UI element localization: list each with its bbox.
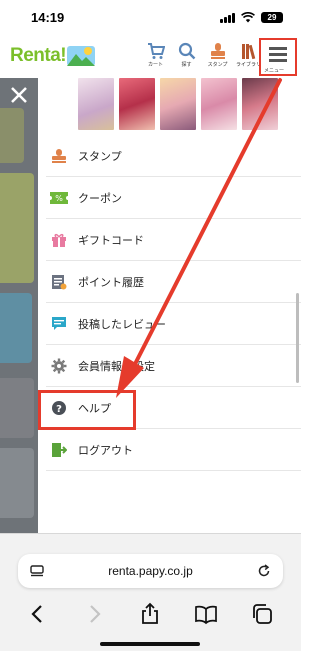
gift-icon bbox=[50, 231, 68, 249]
url-text: renta.papy.co.jp bbox=[108, 564, 193, 578]
menu-item-point-history[interactable]: ポイント履歴 bbox=[46, 261, 301, 303]
recent-comics-row bbox=[78, 78, 278, 130]
menu-item-my-reviews[interactable]: 投稿したレビュー bbox=[46, 303, 301, 345]
status-icons: 29 bbox=[220, 12, 283, 23]
address-bar[interactable]: renta.papy.co.jp bbox=[18, 554, 283, 588]
status-time: 14:19 bbox=[31, 10, 65, 25]
coupon-icon: % bbox=[50, 189, 68, 207]
nav-stamp[interactable]: スタンプ bbox=[202, 42, 233, 68]
bookmarks-icon[interactable] bbox=[194, 602, 218, 626]
comic-thumbnail[interactable] bbox=[242, 78, 278, 130]
share-icon[interactable] bbox=[138, 602, 162, 626]
browser-toolbar bbox=[0, 602, 301, 632]
forward-icon[interactable] bbox=[82, 602, 106, 626]
stamp-icon bbox=[210, 43, 225, 59]
cart-icon bbox=[147, 43, 165, 59]
tabs-icon[interactable] bbox=[250, 602, 274, 626]
menu-item-label: スタンプ bbox=[78, 149, 122, 163]
nav-library-label: ライブラリ bbox=[235, 62, 261, 68]
hamburger-icon bbox=[269, 47, 287, 62]
gear-icon bbox=[50, 357, 68, 375]
signal-icon bbox=[220, 12, 235, 23]
logo-text: Renta! bbox=[10, 45, 67, 66]
header-nav: カート 探す スタンプ ライブラリ bbox=[140, 42, 264, 68]
browser-bottom-bar: renta.papy.co.jp bbox=[0, 533, 301, 651]
comic-thumbnail[interactable] bbox=[160, 78, 196, 130]
menu-item-label: ギフトコード bbox=[78, 233, 144, 247]
drawer-scrollbar[interactable] bbox=[296, 293, 299, 383]
wifi-icon bbox=[241, 12, 255, 23]
menu-item-label: ログアウト bbox=[78, 443, 133, 457]
comic-thumbnail[interactable] bbox=[119, 78, 155, 130]
mountain-logo-icon bbox=[67, 46, 96, 66]
svg-text:%: % bbox=[55, 194, 63, 203]
search-icon bbox=[178, 42, 195, 60]
menu-item-label: 投稿したレビュー bbox=[78, 317, 166, 331]
comic-thumbnail[interactable] bbox=[201, 78, 237, 130]
menu-item-stamp[interactable]: スタンプ bbox=[46, 135, 301, 177]
nav-stamp-label: スタンプ bbox=[207, 62, 228, 68]
menu-item-account-settings[interactable]: 会員情報の設定 bbox=[46, 345, 301, 387]
menu-button-label: メニュー bbox=[264, 68, 285, 74]
back-icon[interactable] bbox=[26, 602, 50, 626]
renta-logo[interactable]: Renta! bbox=[10, 44, 96, 68]
review-icon bbox=[50, 315, 68, 333]
close-menu-icon[interactable] bbox=[10, 86, 28, 104]
point-history-icon bbox=[50, 273, 68, 291]
help-highlight-box bbox=[38, 390, 136, 430]
nav-cart-label: カート bbox=[147, 62, 163, 68]
background-page-overlay[interactable] bbox=[0, 78, 38, 533]
menu-item-coupon[interactable]: % クーポン bbox=[46, 177, 301, 219]
side-menu-drawer: スタンプ % クーポン ギフトコード ポイント履歴 投稿したレビュー 会員情報の… bbox=[38, 78, 301, 533]
menu-item-label: 会員情報の設定 bbox=[78, 359, 155, 373]
home-indicator bbox=[100, 642, 200, 646]
menu-item-logout[interactable]: ログアウト bbox=[46, 429, 301, 471]
stamp-icon bbox=[50, 147, 68, 165]
site-header: Renta! カート 探す スタンプ ライブラリ メニュー bbox=[0, 38, 301, 78]
battery-icon: 29 bbox=[261, 12, 283, 23]
comic-thumbnail[interactable] bbox=[78, 78, 114, 130]
logout-icon bbox=[50, 441, 68, 459]
menu-item-label: クーポン bbox=[78, 191, 122, 205]
nav-cart[interactable]: カート bbox=[140, 42, 171, 68]
library-icon bbox=[241, 44, 255, 60]
reload-icon[interactable] bbox=[257, 564, 271, 578]
status-bar: 14:19 29 bbox=[0, 0, 301, 38]
menu-item-label: ポイント履歴 bbox=[78, 275, 144, 289]
nav-search-label: 探す bbox=[181, 62, 192, 68]
menu-item-gift-code[interactable]: ギフトコード bbox=[46, 219, 301, 261]
nav-search[interactable]: 探す bbox=[171, 42, 202, 68]
